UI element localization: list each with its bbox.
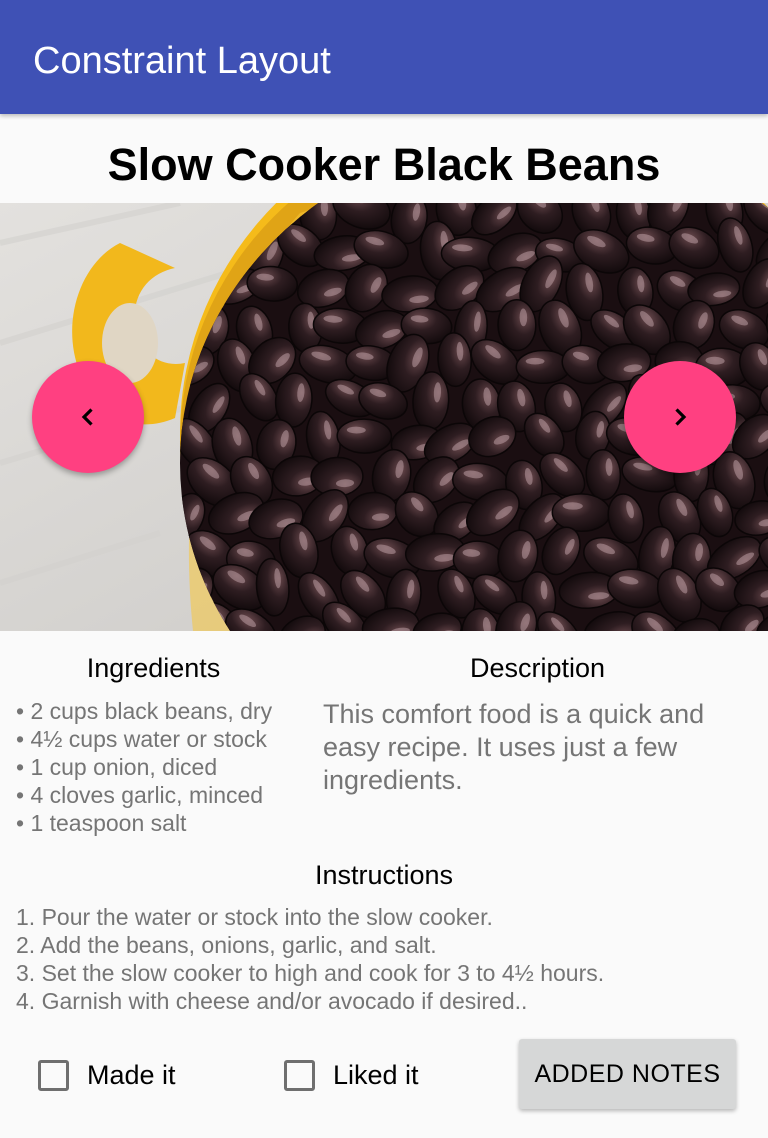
liked-it-checkbox-box[interactable]: [284, 1059, 315, 1091]
made-it-label: Made it: [87, 1059, 176, 1090]
instruction-step: 4. Garnish with cheese and/or avocado if…: [16, 988, 528, 1014]
instruction-step: 1. Pour the water or stock into the slow…: [16, 904, 493, 930]
recipe-title: Slow Cooker Black Beans: [107, 139, 661, 190]
made-it-checkbox-box[interactable]: [38, 1059, 69, 1091]
ingredients-heading: Ingredients: [86, 653, 221, 683]
app-bar: Constraint Layout: [0, 0, 768, 114]
description-heading: Description: [469, 653, 606, 683]
description-text: This comfort food is a quick and easy re…: [323, 699, 705, 795]
bean: [336, 418, 393, 454]
bean: [515, 349, 571, 385]
instructions-heading: Instructions: [314, 860, 454, 890]
instructions-list: 1. Pour the water or stock into the slow…: [16, 903, 604, 1015]
ingredient-item: • 4 cloves garlic, minced: [16, 782, 264, 808]
app-bar-title: Constraint Layout: [33, 40, 331, 82]
added-notes-button[interactable]: ADDED NOTES: [519, 1039, 736, 1109]
chevron-right-icon: [675, 408, 687, 426]
chevron-left-icon: [81, 408, 93, 426]
ingredient-item: • 1 cup onion, diced: [16, 754, 218, 780]
bean: [551, 493, 611, 533]
ingredient-item: • 1 teaspoon salt: [16, 810, 187, 836]
bean-highlight: [525, 357, 545, 365]
ingredient-item: • 2 cups black beans, dry: [16, 698, 273, 724]
instruction-step: 2. Add the beans, onions, garlic, and sa…: [16, 932, 437, 958]
ingredient-item: • 4½ cups water or stock: [16, 726, 267, 752]
made-it-checkbox[interactable]: Made it: [38, 1053, 176, 1097]
ingredients-list: • 2 cups black beans, dry • 4½ cups wate…: [16, 697, 272, 837]
instruction-step: 3. Set the slow cooker to high and cook …: [16, 960, 605, 986]
next-recipe-button[interactable]: [624, 361, 736, 473]
bean: [497, 298, 537, 352]
liked-it-label: Liked it: [333, 1059, 419, 1090]
previous-recipe-button[interactable]: [32, 361, 144, 473]
liked-it-checkbox[interactable]: Liked it: [284, 1053, 419, 1097]
